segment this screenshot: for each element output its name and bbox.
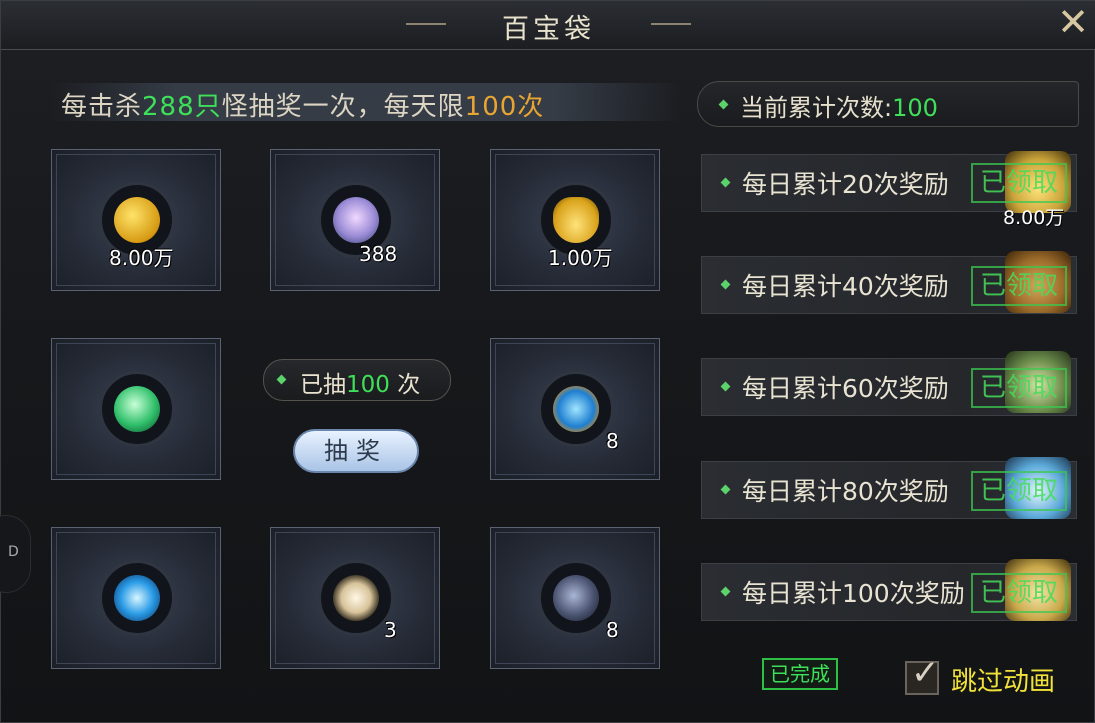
- count-label: 当前累计次数:100: [740, 88, 938, 123]
- cumulative-count-box: 当前累计次数:100: [697, 81, 1079, 127]
- drawn-value: 100: [346, 372, 390, 398]
- checkmark-icon: ✓: [911, 653, 940, 693]
- diamond-icon: [720, 177, 731, 188]
- claimed-stamp: 已领取: [971, 471, 1067, 511]
- prize-slot-3[interactable]: 1.00万: [490, 149, 660, 291]
- banner-prefix: 每击杀: [61, 92, 143, 122]
- reward-label: 每日累计80次奖励: [742, 477, 949, 506]
- completed-badge: 已完成: [762, 658, 838, 690]
- drawn-suffix: 次: [389, 372, 421, 398]
- jade-orb-icon: [99, 371, 175, 447]
- slot-quantity: 388: [359, 242, 398, 266]
- banner-limit: 100次: [464, 92, 545, 122]
- banner-kills: 288只: [142, 92, 222, 122]
- diamond-icon: [718, 99, 729, 110]
- treasure-bag-window: 百宝袋 ✕ 每击杀288只怪抽奖一次，每天限100次 当前累计次数:100 8.…: [0, 0, 1095, 723]
- slot-quantity: 8: [606, 429, 619, 453]
- prize-slot-8[interactable]: 8: [490, 527, 660, 669]
- close-icon[interactable]: ✕: [1053, 3, 1093, 43]
- drawn-count: 已抽100 次: [300, 365, 420, 399]
- count-value: 100: [892, 94, 938, 122]
- reward-quantity: 8.00万: [1003, 207, 1065, 229]
- slot-quantity: 1.00万: [548, 246, 613, 270]
- drawn-prefix: 已抽: [300, 372, 346, 398]
- diamond-icon: [720, 484, 731, 495]
- side-tab-label: D: [8, 544, 19, 560]
- slot-quantity: 8: [606, 618, 619, 642]
- dark-ore-icon: [538, 560, 614, 636]
- slot-quantity: 8.00万: [109, 246, 174, 270]
- claimed-stamp: 已领取: [971, 368, 1067, 408]
- blue-crystal-orb-icon: [99, 560, 175, 636]
- reward-label: 每日累计100次奖励: [742, 579, 965, 608]
- diamond-icon: [276, 374, 287, 385]
- prize-slot-5[interactable]: 8: [490, 338, 660, 480]
- prize-slot-4[interactable]: [51, 338, 221, 480]
- skip-animation-checkbox[interactable]: ✓: [905, 653, 940, 695]
- draw-rule-banner: 每击杀288只怪抽奖一次，每天限100次: [61, 86, 544, 123]
- wing-feather-icon: [318, 560, 394, 636]
- diamond-icon: [720, 279, 731, 290]
- prize-slot-1[interactable]: 8.00万: [51, 149, 221, 291]
- skip-animation-label[interactable]: 跳过动画: [951, 661, 1055, 698]
- claimed-stamp: 已领取: [971, 266, 1067, 306]
- draw-button[interactable]: 抽奖: [293, 429, 419, 473]
- water-gem-icon: [538, 371, 614, 447]
- prize-slot-7[interactable]: 3: [270, 527, 440, 669]
- window-title: 百宝袋: [502, 14, 595, 45]
- claimed-stamp: 已领取: [971, 163, 1067, 203]
- side-tab[interactable]: D: [0, 515, 31, 593]
- prize-slot-2[interactable]: 388: [270, 149, 440, 291]
- banner-middle: 怪抽奖一次，每天限: [221, 92, 465, 122]
- claimed-stamp: 已领取: [971, 573, 1067, 613]
- reward-label: 每日累计20次奖励: [742, 170, 949, 199]
- drawn-count-box: 已抽100 次: [263, 359, 451, 401]
- reward-label: 每日累计60次奖励: [742, 374, 949, 403]
- reward-label: 每日累计40次奖励: [742, 272, 949, 301]
- diamond-icon: [720, 586, 731, 597]
- diamond-icon: [720, 381, 731, 392]
- slot-quantity: 3: [384, 618, 397, 642]
- title-bar: 百宝袋 ✕: [1, 1, 1095, 50]
- count-label-text: 当前累计次数:: [740, 94, 893, 122]
- prize-slot-6[interactable]: [51, 527, 221, 669]
- title-ornament-right: [651, 23, 691, 25]
